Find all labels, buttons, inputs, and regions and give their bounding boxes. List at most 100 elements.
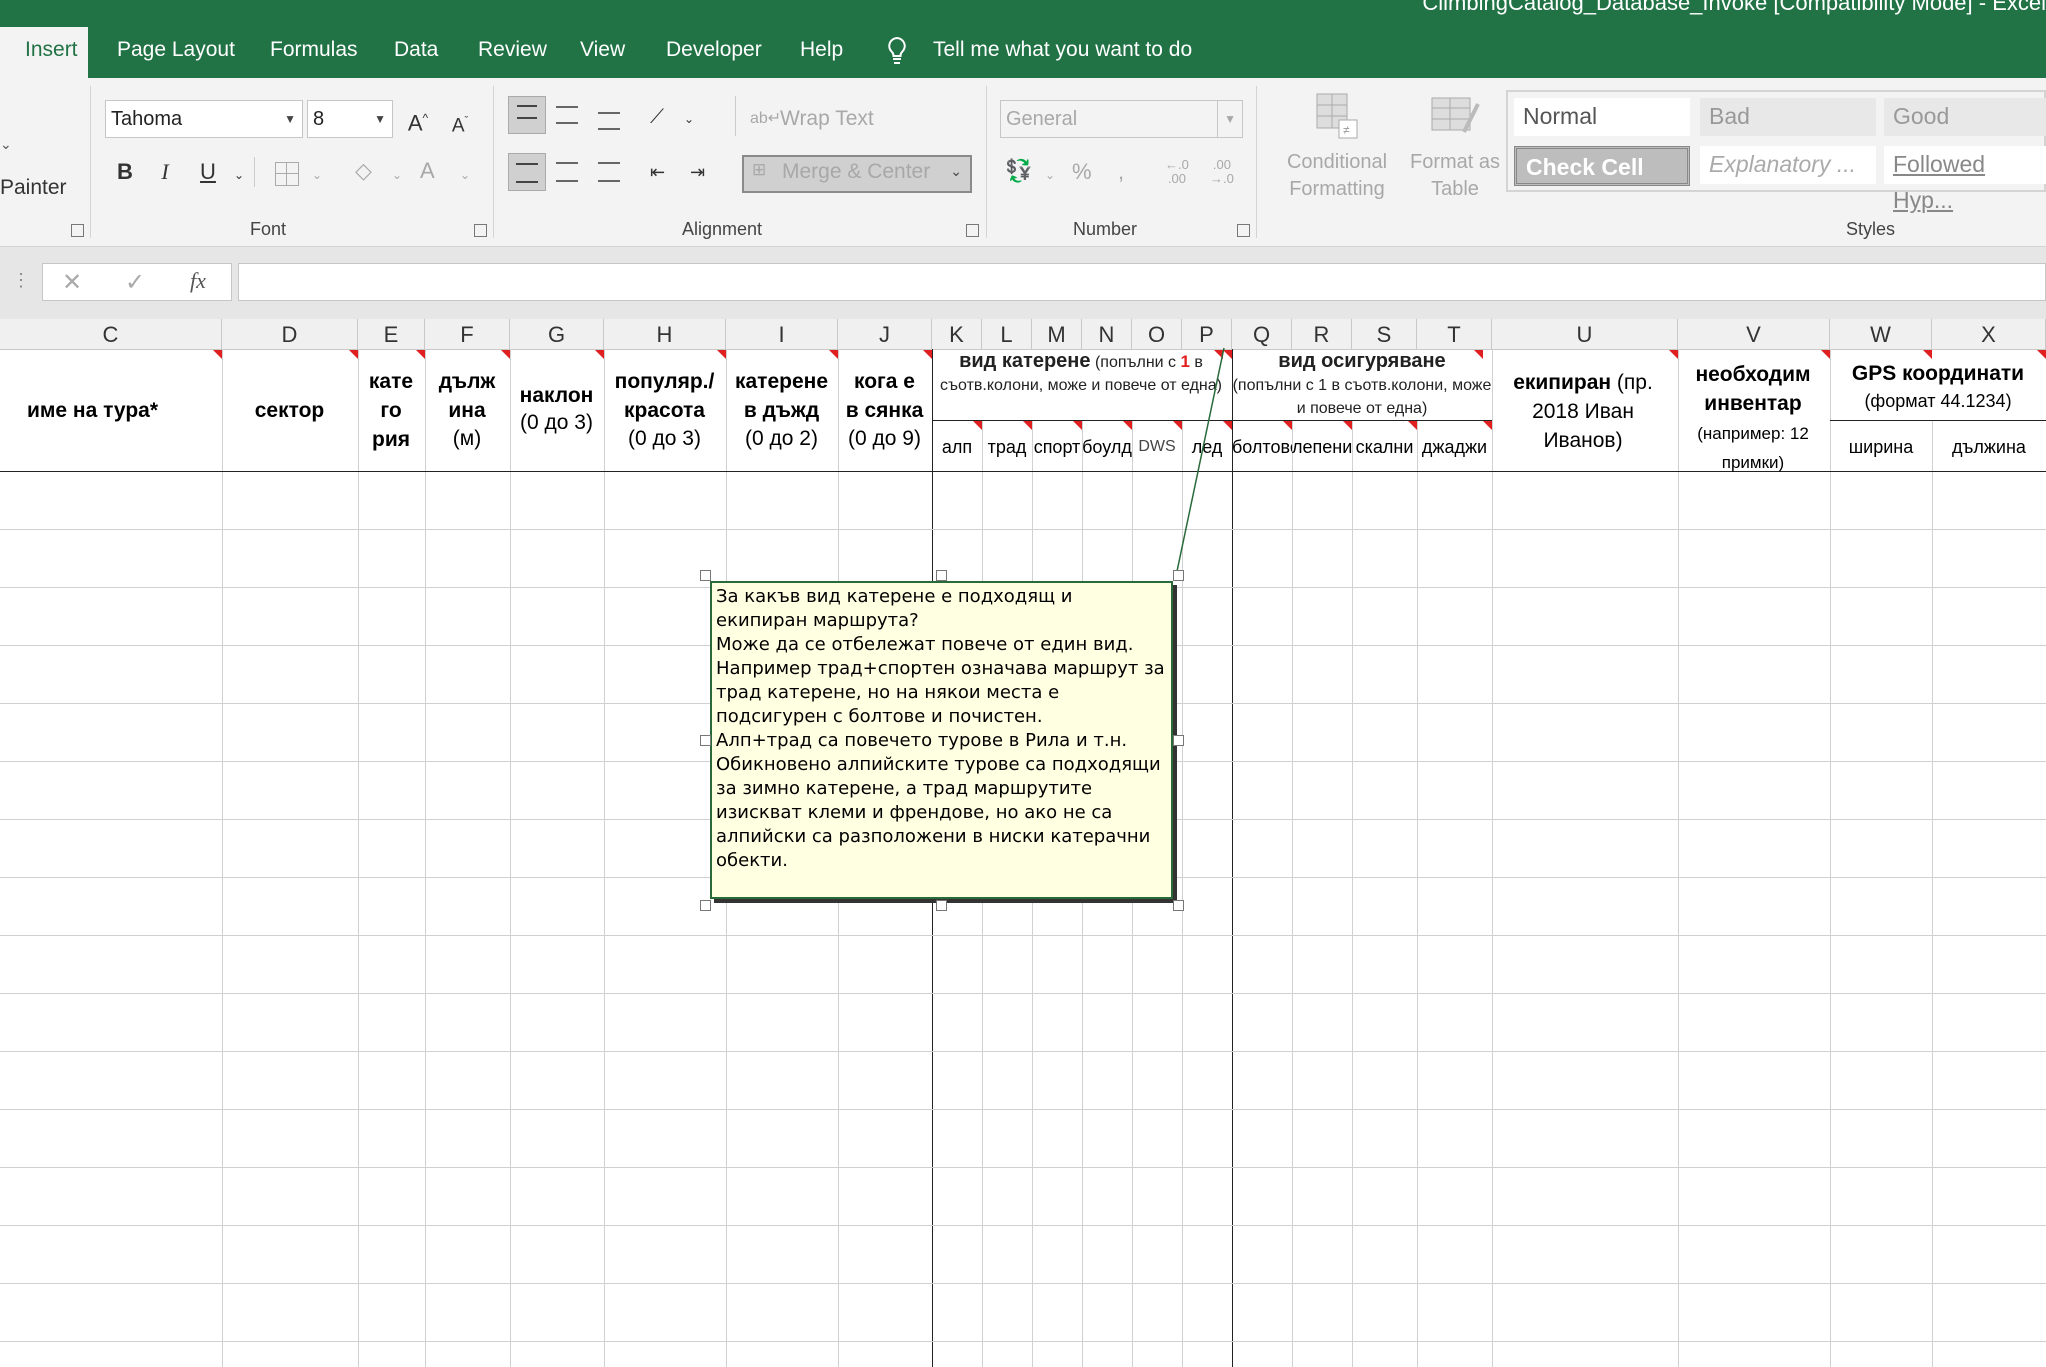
increase-indent-icon[interactable]: ⇥ [690, 157, 705, 187]
currency-icon[interactable]: 💱 [1005, 156, 1032, 186]
column-header-d[interactable]: D [222, 319, 358, 349]
style-normal[interactable]: Normal [1514, 98, 1690, 136]
comment-indicator-icon[interactable] [595, 350, 604, 359]
comment-indicator-icon[interactable] [2037, 350, 2046, 359]
column-header-u[interactable]: U [1492, 319, 1678, 349]
resize-handle[interactable] [1173, 570, 1184, 581]
formula-input[interactable] [238, 263, 2046, 301]
fx-icon[interactable]: fx [190, 268, 206, 294]
alignment-launcher-icon[interactable] [966, 224, 979, 237]
resize-handle[interactable] [1173, 900, 1184, 911]
font-color-icon[interactable]: A [420, 156, 435, 186]
comment-indicator-icon[interactable] [1483, 421, 1492, 430]
chevron-down-icon[interactable]: ⌄ [0, 136, 12, 153]
center-align-icon[interactable] [556, 162, 578, 182]
format-as-table-button[interactable]: Format as Table [1400, 149, 1510, 203]
comment-indicator-icon[interactable] [1283, 421, 1292, 430]
tab-formulas[interactable]: Formulas [270, 38, 358, 62]
tab-view[interactable]: View [580, 38, 625, 62]
resize-handle[interactable] [1173, 735, 1184, 746]
resize-handle[interactable] [700, 900, 711, 911]
column-header-r[interactable]: R [1292, 319, 1352, 349]
column-header-t[interactable]: T [1417, 319, 1492, 349]
column-header-l[interactable]: L [982, 319, 1032, 349]
chevron-down-icon[interactable]: ⌄ [392, 160, 402, 190]
align-left-button[interactable] [508, 153, 546, 191]
column-header-j[interactable]: J [838, 319, 932, 349]
conditional-formatting-button[interactable]: Conditional Formatting [1272, 149, 1402, 203]
comment-indicator-icon[interactable] [923, 350, 932, 359]
top-align-button[interactable] [508, 96, 546, 134]
column-header-i[interactable]: I [726, 319, 838, 349]
column-header-v[interactable]: V [1678, 319, 1830, 349]
comment-indicator-icon[interactable] [349, 350, 358, 359]
comment-indicator-icon[interactable] [1821, 350, 1830, 359]
chevron-down-icon[interactable]: ⌄ [312, 160, 322, 190]
style-followed-hyperlink[interactable]: Followed Hyp... [1884, 146, 2046, 213]
comma-button[interactable]: , [1118, 157, 1124, 187]
clipboard-launcher-icon[interactable] [71, 224, 84, 237]
comment-indicator-icon[interactable] [1474, 350, 1483, 359]
comment-indicator-icon[interactable] [829, 350, 838, 359]
merge-center-button[interactable]: ⊞ Merge & Center ⌄ [742, 155, 972, 193]
decrease-font-icon[interactable]: Aˇ [445, 106, 475, 141]
tab-developer[interactable]: Developer [666, 38, 762, 62]
decrease-indent-icon[interactable]: ⇤ [650, 157, 665, 187]
column-header-m[interactable]: M [1032, 319, 1082, 349]
style-explanatory[interactable]: Explanatory ... [1700, 146, 1876, 184]
style-good[interactable]: Good [1884, 98, 2046, 136]
resize-handle[interactable] [700, 735, 711, 746]
tab-page-layout[interactable]: Page Layout [117, 38, 235, 62]
wrap-text-icon[interactable]: ab↵ [750, 104, 781, 134]
style-check-cell[interactable]: Check Cell [1514, 146, 1690, 186]
font-name-box[interactable]: Tahoma ▼ [105, 100, 303, 138]
resize-handle[interactable] [936, 900, 947, 911]
tab-review[interactable]: Review [478, 38, 547, 62]
comment-indicator-icon[interactable] [1669, 350, 1678, 359]
percent-button[interactable]: % [1072, 157, 1092, 187]
bottom-align-icon[interactable] [598, 112, 620, 130]
comment-indicator-icon[interactable] [416, 350, 425, 359]
column-header-c[interactable]: C [0, 319, 222, 349]
chevron-down-icon[interactable]: ⌄ [684, 104, 694, 134]
tab-insert[interactable]: Insert [25, 38, 78, 62]
italic-button[interactable]: I [150, 157, 180, 187]
comment-indicator-icon[interactable] [1343, 421, 1352, 430]
column-header-e[interactable]: E [358, 319, 425, 349]
tab-data[interactable]: Data [394, 38, 438, 62]
comment-indicator-icon[interactable] [1123, 421, 1132, 430]
comment-indicator-icon[interactable] [1073, 421, 1082, 430]
chevron-down-icon[interactable]: ⌄ [460, 160, 470, 190]
resize-handle[interactable] [936, 570, 947, 581]
column-header-q[interactable]: Q [1232, 319, 1292, 349]
increase-decimal-button[interactable]: ←.0 .00 [1165, 158, 1189, 186]
increase-font-icon[interactable]: A^ [403, 103, 433, 138]
cell-comment[interactable]: За какъв вид катерене е подходящ и екипи… [710, 581, 1173, 899]
column-header-f[interactable]: F [425, 319, 510, 349]
column-header-n[interactable]: N [1082, 319, 1132, 349]
chevron-down-icon[interactable]: ⌄ [1045, 160, 1055, 190]
borders-icon[interactable] [275, 162, 299, 186]
more-dots-icon[interactable]: ⋮ [12, 270, 30, 291]
comment-indicator-icon[interactable] [1408, 421, 1417, 430]
column-header-g[interactable]: G [510, 319, 604, 349]
comment-indicator-icon[interactable] [717, 350, 726, 359]
fill-color-icon[interactable]: ◇ [355, 156, 372, 186]
decrease-decimal-button[interactable]: .00 →.0 [1210, 158, 1234, 186]
tell-me-search[interactable]: Tell me what you want to do [933, 38, 1192, 62]
number-format-box[interactable]: General ▼ [1000, 100, 1243, 138]
chevron-down-icon[interactable]: ⌄ [234, 160, 244, 190]
format-painter-button[interactable]: Painter [0, 176, 67, 200]
enter-icon[interactable]: ✓ [125, 268, 145, 297]
font-size-box[interactable]: 8 ▼ [307, 100, 393, 138]
tab-help[interactable]: Help [800, 38, 843, 62]
middle-align-icon[interactable] [556, 106, 578, 124]
wrap-text-button[interactable]: Wrap Text [780, 104, 874, 134]
bold-button[interactable]: B [110, 157, 140, 187]
comment-indicator-icon[interactable] [501, 350, 510, 359]
align-right-icon[interactable] [598, 162, 620, 182]
orientation-icon[interactable]: ⟋ [650, 102, 664, 132]
resize-handle[interactable] [700, 570, 711, 581]
column-header-w[interactable]: W [1830, 319, 1932, 349]
column-header-k[interactable]: K [932, 319, 982, 349]
